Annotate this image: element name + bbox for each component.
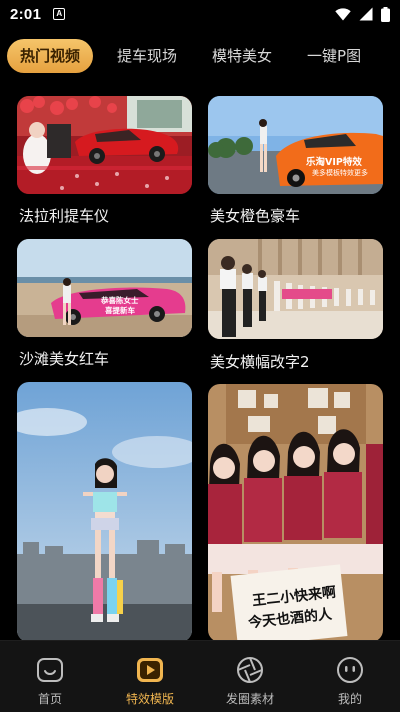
template-thumbnail[interactable] xyxy=(208,239,383,339)
profile-icon xyxy=(337,657,363,683)
bottom-navigation: 首页 特效模版 发圈素材 我的 xyxy=(0,640,400,712)
template-thumbnail[interactable]: 恭喜陈女士 喜提新车 xyxy=(17,239,192,337)
nav-moments-material[interactable]: 发圈素材 xyxy=(200,641,300,712)
template-thumbnail[interactable] xyxy=(17,96,192,194)
overlay-text: 喜提新车 xyxy=(105,306,135,315)
overlay-text: 美多模板特效更多 xyxy=(312,169,368,177)
template-thumbnail[interactable]: 王二小快来啊 今天也酒的人 xyxy=(208,384,383,640)
nav-label: 特效模版 xyxy=(125,692,174,706)
template-title: 美女横幅改字2 xyxy=(210,353,310,371)
nav-label: 发圈素材 xyxy=(225,692,274,706)
nav-profile[interactable]: 我的 xyxy=(300,641,400,712)
template-thumbnail[interactable] xyxy=(17,382,192,640)
nav-label: 首页 xyxy=(37,692,62,706)
nav-effects-templates[interactable]: 特效模版 xyxy=(100,641,200,712)
template-title: 沙滩美女红车 xyxy=(19,350,110,368)
nav-home[interactable]: 首页 xyxy=(0,641,100,712)
template-title: 法拉利提车仪 xyxy=(19,207,110,225)
home-icon xyxy=(37,658,63,682)
overlay-text: 乐淘VIP特效 xyxy=(306,157,362,168)
aperture-icon xyxy=(237,657,263,683)
play-icon xyxy=(137,658,163,682)
template-thumbnail[interactable]: 乐淘VIP特效 美多模板特效更多 xyxy=(208,96,383,194)
template-title: 美女橙色豪车 xyxy=(210,207,301,225)
template-grid: 法拉利提车仪 乐淘VIP特效 美多模板特效更多 美女橙色豪车 恭喜陈女士 喜提新… xyxy=(0,0,400,640)
nav-label: 我的 xyxy=(337,692,362,706)
